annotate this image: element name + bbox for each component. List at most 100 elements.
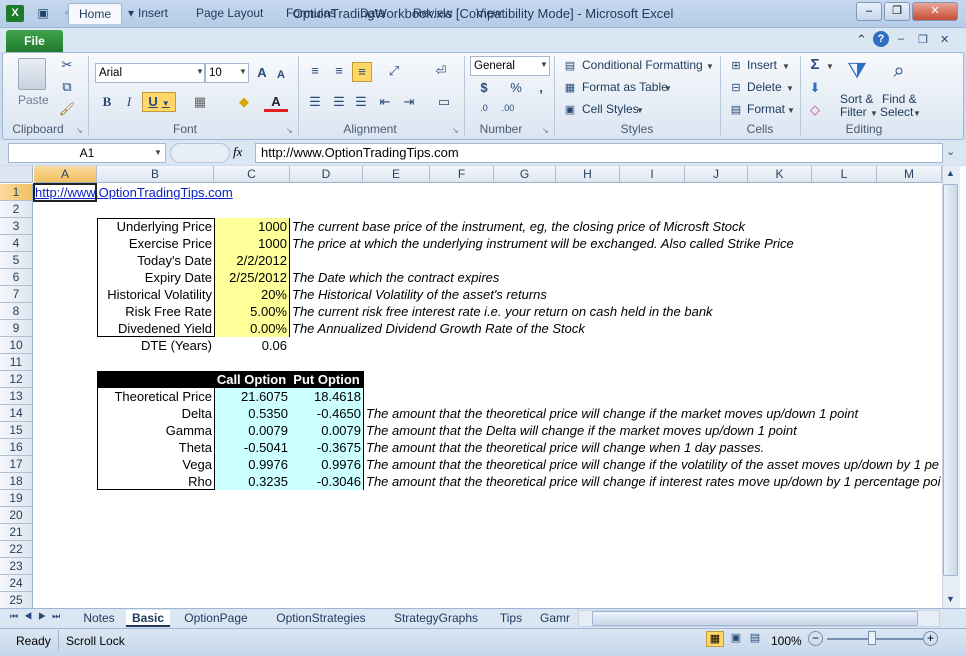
row-header[interactable]: 3 xyxy=(0,218,33,235)
row-header[interactable]: 25 xyxy=(0,592,33,609)
format-cells-button[interactable]: Format xyxy=(747,102,785,116)
output-note[interactable]: The amount that the theoretical price wi… xyxy=(366,405,941,422)
number-format-combo[interactable]: General xyxy=(470,56,550,76)
put-value[interactable]: 18.4618 xyxy=(290,388,363,405)
middle-align-icon[interactable]: ≡ xyxy=(330,62,348,80)
row-header[interactable]: 2 xyxy=(0,201,33,218)
sheet-tab[interactable]: OptionPage xyxy=(174,610,258,627)
find-select-label-1[interactable]: Find & xyxy=(882,92,917,106)
italic-button[interactable]: I xyxy=(120,93,138,111)
row-header[interactable]: 21 xyxy=(0,524,33,541)
page-layout-view-icon[interactable]: ▣ xyxy=(727,631,745,647)
clear-icon[interactable]: ◇ xyxy=(806,101,824,119)
sheet-tab[interactable]: StrategyGraphs xyxy=(384,610,488,627)
vertical-scroll-thumb[interactable] xyxy=(943,184,958,576)
sort-filter-label-2[interactable]: Filter xyxy=(840,105,867,119)
row-header[interactable]: 22 xyxy=(0,541,33,558)
column-header[interactable]: J xyxy=(685,166,748,183)
font-name-combo[interactable]: Arial xyxy=(95,63,205,83)
tab-page-layout[interactable]: Page Layout xyxy=(186,3,273,24)
align-left-icon[interactable]: ☰ xyxy=(306,93,324,111)
increase-decimal-icon[interactable]: .0 xyxy=(474,99,494,117)
column-header[interactable]: F xyxy=(430,166,494,183)
input-note[interactable]: The Historical Volatility of the asset's… xyxy=(291,286,931,303)
merge-center-icon[interactable]: ▭ xyxy=(430,93,458,111)
output-note[interactable]: The amount that the theoretical price wi… xyxy=(366,439,941,456)
file-tab[interactable]: File xyxy=(6,30,63,52)
row-header[interactable]: 20 xyxy=(0,507,33,524)
help-icon[interactable]: ? xyxy=(873,31,889,47)
input-note[interactable]: The current risk free interest rate i.e.… xyxy=(291,303,931,320)
input-label[interactable]: Risk Free Rate xyxy=(98,303,214,320)
zoom-slider-thumb[interactable] xyxy=(868,631,876,645)
sheet-tab[interactable]: OptionStrategies xyxy=(262,610,380,627)
column-header[interactable]: A xyxy=(34,166,97,183)
insert-cells-button[interactable]: Insert xyxy=(747,58,777,72)
insert-function-button[interactable]: fx xyxy=(233,144,242,160)
borders-icon[interactable]: ▦ xyxy=(186,93,214,111)
close-button[interactable]: ✕ xyxy=(912,2,958,21)
fill-color-icon[interactable]: ◆ xyxy=(230,93,258,111)
output-label[interactable]: Theoretical Price xyxy=(98,388,214,405)
row-header[interactable]: 7 xyxy=(0,286,33,303)
output-label[interactable]: Vega xyxy=(98,456,214,473)
tab-review[interactable]: Review xyxy=(403,3,462,24)
copy-icon[interactable]: ⧉ xyxy=(58,78,76,96)
sheet-navigation-icons[interactable]: ⏮◀▶⏭ xyxy=(10,611,66,622)
paste-icon[interactable] xyxy=(18,58,46,90)
put-value[interactable]: 0.0079 xyxy=(290,422,363,439)
call-value[interactable]: 21.6075 xyxy=(214,388,290,405)
output-note[interactable]: The amount that the Delta will change if… xyxy=(366,422,941,439)
decrease-decimal-icon[interactable]: .00 xyxy=(498,99,518,117)
output-label[interactable]: Gamma xyxy=(98,422,214,439)
font-dialog-launcher-icon[interactable]: ↘ xyxy=(286,126,293,135)
output-note[interactable]: The amount that the theoretical price wi… xyxy=(366,473,941,490)
input-value[interactable]: 2/25/2012 xyxy=(214,269,289,286)
row-header[interactable]: 4 xyxy=(0,235,33,252)
input-label[interactable]: Exercise Price xyxy=(98,235,214,252)
column-header[interactable]: E xyxy=(363,166,430,183)
row-header[interactable]: 10 xyxy=(0,337,33,354)
dte-label[interactable]: DTE (Years) xyxy=(98,337,214,354)
row-header[interactable]: 23 xyxy=(0,558,33,575)
format-painter-icon[interactable]: 🖌 xyxy=(58,100,76,118)
shrink-font-icon[interactable]: A xyxy=(274,66,288,84)
row-header[interactable]: 24 xyxy=(0,575,33,592)
output-label[interactable]: Theta xyxy=(98,439,214,456)
call-value[interactable]: 0.0079 xyxy=(214,422,290,439)
tab-insert[interactable]: Insert xyxy=(128,3,178,24)
cell-a1-link[interactable]: http://www.OptionTradingTips.com xyxy=(34,184,234,201)
tab-home[interactable]: Home xyxy=(68,3,123,24)
input-value[interactable]: 1000 xyxy=(214,235,289,252)
column-header[interactable]: G xyxy=(494,166,556,183)
minimize-ribbon-icon[interactable]: ⌃ xyxy=(856,32,867,48)
input-label[interactable]: Historical Volatility xyxy=(98,286,214,303)
conditional-formatting-button[interactable]: Conditional Formatting xyxy=(582,58,703,72)
row-header[interactable]: 8 xyxy=(0,303,33,320)
horizontal-scroll-thumb[interactable] xyxy=(592,611,918,626)
input-note[interactable]: The Date which the contract expires xyxy=(291,269,931,286)
workbook-restore-icon[interactable]: ❐ xyxy=(918,33,928,46)
row-header[interactable]: 5 xyxy=(0,252,33,269)
tab-data[interactable]: Data xyxy=(350,3,395,24)
column-header[interactable]: B xyxy=(97,166,214,183)
dte-value[interactable]: 0.06 xyxy=(214,337,289,354)
row-header[interactable]: 9 xyxy=(0,320,33,337)
column-header[interactable]: L xyxy=(812,166,877,183)
align-center-icon[interactable]: ☰ xyxy=(330,93,348,111)
tab-formulas[interactable]: Formulas xyxy=(276,3,346,24)
underline-button[interactable]: U ▼ xyxy=(142,92,176,112)
select-all-button[interactable] xyxy=(0,166,33,183)
name-box[interactable]: A1 xyxy=(8,143,166,163)
put-value[interactable]: -0.3675 xyxy=(290,439,363,456)
workbook-minimize-icon[interactable]: – xyxy=(898,33,904,45)
column-header[interactable]: D xyxy=(290,166,363,183)
call-value[interactable]: 0.5350 xyxy=(214,405,290,422)
delete-cells-button[interactable]: Delete xyxy=(747,80,782,94)
restore-button[interactable]: ❐ xyxy=(884,2,910,21)
sheet-tab[interactable]: Tips xyxy=(492,610,530,627)
call-value[interactable]: 0.9976 xyxy=(214,456,290,473)
sort-filter-label-1[interactable]: Sort & xyxy=(840,92,873,106)
row-header[interactable]: 19 xyxy=(0,490,33,507)
bottom-align-icon[interactable]: ≡ xyxy=(352,62,372,82)
